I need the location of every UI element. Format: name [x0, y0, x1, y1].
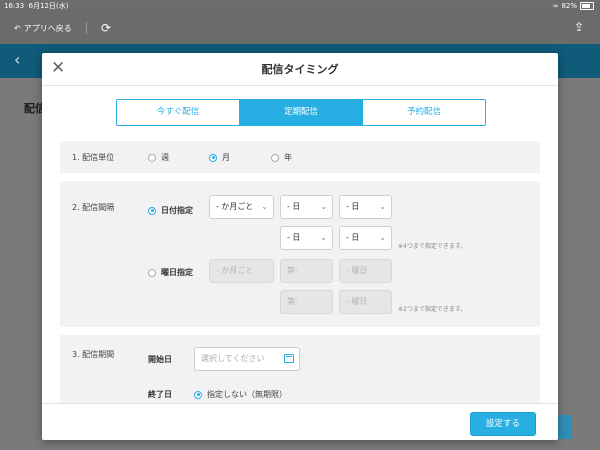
unit-month-label: 月: [222, 153, 230, 162]
start-date-label: 開始日: [148, 355, 172, 364]
date-spec-radio[interactable]: 日付指定: [148, 205, 193, 216]
start-date-input[interactable]: 選択してください: [194, 347, 300, 371]
status-bar: 16:33 6月12日(水) ≈ 82%: [0, 0, 600, 12]
date-month-value: - か月ごと: [216, 202, 254, 211]
toolbar-separator: [86, 22, 87, 34]
modal-footer: 設定する: [42, 403, 558, 440]
tab-scheduled[interactable]: 予約配信: [362, 100, 485, 125]
unit-year-label: 年: [284, 153, 292, 162]
weekday-week-select-1[interactable]: 第-: [280, 259, 333, 283]
weekday-week-value-2: 第-: [287, 297, 298, 306]
date-day-value-1: - 日: [287, 202, 301, 211]
wifi-icon: ≈: [552, 2, 559, 10]
date-day-value-2: - 日: [346, 202, 360, 211]
radio-icon: [271, 153, 279, 162]
delivery-interval-section: 2. 配信間隔 日付指定 - か月ごと ⌄ - 日 ⌄ - 日 ⌄ - 日 ⌄ - 日 ⌄…: [60, 181, 540, 327]
modal-header: ✕ 配信タイミング: [42, 53, 558, 86]
radio-selected-icon: [209, 153, 217, 162]
background-button: [558, 415, 572, 439]
unit-year-radio[interactable]: 年: [271, 152, 292, 163]
weekday-spec-note: ※2つまで指定できます。: [398, 306, 467, 313]
chevron-down-icon: ⌄: [261, 202, 268, 211]
delivery-period-label: 3. 配信期間: [72, 350, 115, 359]
battery-percent: 82%: [561, 2, 577, 10]
delivery-interval-label: 2. 配信間隔: [72, 203, 115, 212]
back-to-app-button[interactable]: ↶ アプリへ戻る: [14, 23, 72, 34]
delivery-timing-modal: ✕ 配信タイミング 今すぐ配信 定期配信 予約配信 1. 配信単位 週 月 年 …: [42, 53, 558, 440]
back-label: アプリへ戻る: [23, 24, 72, 33]
weekday-day-value-2: - 曜日: [346, 297, 368, 306]
back-arrow-icon: ↶: [14, 24, 21, 33]
weekday-week-select-2[interactable]: 第-: [280, 290, 333, 314]
share-icon[interactable]: ⇪: [574, 20, 584, 34]
delivery-unit-label: 1. 配信単位: [72, 153, 115, 162]
status-date: 6月12日(水): [28, 2, 69, 10]
weekday-day-select-2[interactable]: - 曜日: [339, 290, 392, 314]
date-day-select-2[interactable]: - 日 ⌄: [339, 195, 392, 219]
unit-week-radio[interactable]: 週: [148, 152, 169, 163]
date-day-value-4: - 日: [346, 233, 360, 242]
status-right: ≈ 82%: [553, 0, 594, 12]
weekday-spec-label: 曜日指定: [161, 268, 193, 277]
tab-periodic[interactable]: 定期配信: [239, 100, 362, 125]
status-time-date: 16:33 6月12日(水): [4, 0, 68, 12]
chevron-down-icon: ⌄: [320, 202, 327, 211]
status-time: 16:33: [4, 2, 25, 10]
unit-week-label: 週: [161, 153, 169, 162]
submit-button[interactable]: 設定する: [470, 412, 536, 436]
date-month-select[interactable]: - か月ごと ⌄: [209, 195, 274, 219]
date-spec-note: ※4つまで指定できます。: [398, 243, 467, 250]
weekday-month-select[interactable]: - か月ごと: [209, 259, 274, 283]
chevron-left-icon[interactable]: ‹: [14, 50, 20, 69]
app-toolbar: ↶ アプリへ戻る ⟳ ⇪: [0, 12, 600, 44]
date-day-value-3: - 日: [287, 233, 301, 242]
battery-icon: [580, 2, 594, 10]
reload-icon[interactable]: ⟳: [101, 21, 111, 35]
delivery-unit-section: 1. 配信単位 週 月 年: [60, 141, 540, 173]
chevron-down-icon: ⌄: [379, 233, 386, 242]
calendar-icon[interactable]: [284, 354, 294, 363]
end-unlimited-radio[interactable]: 指定しない（無期限）: [194, 389, 287, 400]
date-day-select-4[interactable]: - 日 ⌄: [339, 226, 392, 250]
modal-title: 配信タイミング: [261, 63, 339, 76]
weekday-month-value: - か月ごと: [216, 266, 254, 275]
weekday-week-value-1: 第-: [287, 266, 298, 275]
weekday-day-value-1: - 曜日: [346, 266, 368, 275]
tab-immediate[interactable]: 今すぐ配信: [117, 100, 239, 125]
end-unlimited-label: 指定しない（無期限）: [207, 390, 287, 399]
chevron-down-icon: ⌄: [379, 202, 386, 211]
date-spec-label: 日付指定: [161, 206, 193, 215]
delivery-type-tabs: 今すぐ配信 定期配信 予約配信: [116, 99, 486, 126]
date-day-select-1[interactable]: - 日 ⌄: [280, 195, 333, 219]
radio-icon: [148, 268, 156, 277]
start-date-placeholder: 選択してください: [201, 354, 265, 363]
radio-selected-icon: [148, 206, 156, 215]
radio-selected-icon: [194, 390, 202, 399]
weekday-spec-radio[interactable]: 曜日指定: [148, 267, 193, 278]
date-day-select-3[interactable]: - 日 ⌄: [280, 226, 333, 250]
weekday-day-select-1[interactable]: - 曜日: [339, 259, 392, 283]
chevron-down-icon: ⌄: [320, 233, 327, 242]
unit-month-radio[interactable]: 月: [209, 152, 230, 163]
end-date-label: 終了日: [148, 390, 172, 399]
radio-icon: [148, 153, 156, 162]
